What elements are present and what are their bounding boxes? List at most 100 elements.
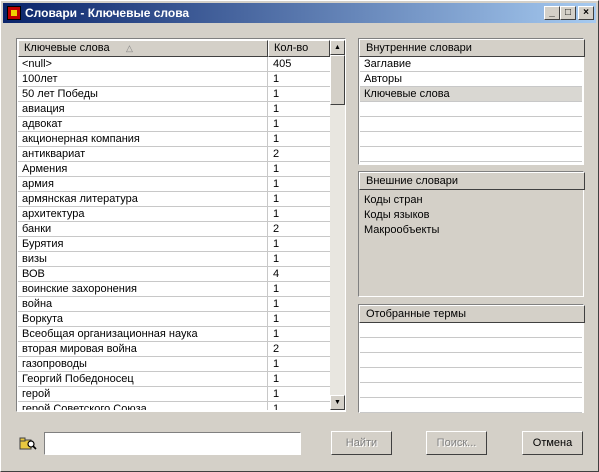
table-row[interactable]: банки 2 [18,222,330,237]
count-cell: 1 [273,238,280,250]
title-bar[interactable]: Словари - Ключевые слова _ □ × [3,3,596,23]
keyword-cell: герой [18,387,268,401]
keyword-cell: <null> [18,57,268,71]
internal-dictionary-item[interactable] [360,117,582,132]
external-dictionaries-panel: Внешние словари Коды стран Коды языков Мак… [358,171,585,297]
table-row[interactable]: Всеобщая организационная наука 1 [18,327,330,342]
table-row[interactable]: антиквариат 2 [18,147,330,162]
external-dictionary-item[interactable]: Коды языков [364,208,429,223]
arrow-down-icon: ▼ [334,399,341,406]
app-icon[interactable] [7,6,21,20]
count-cell: 1 [273,103,280,115]
internal-dictionary-item[interactable] [360,132,582,147]
table-row[interactable]: 100лет 1 [18,72,330,87]
find-button[interactable]: Найти [331,431,392,455]
table-row[interactable]: 50 лет Победы 1 [18,87,330,102]
keyword-cell: визы [18,252,268,266]
cancel-button[interactable]: Отмена [522,431,583,455]
search-button-label: Поиск... [436,437,477,449]
selected-terms-panel: Отобранные термы [358,304,585,413]
keyword-cell: Всеобщая организационная наука [18,327,268,341]
external-dictionary-item[interactable]: Коды стран [364,193,423,208]
minimize-button[interactable]: _ [544,6,560,20]
scroll-thumb[interactable] [330,55,345,105]
count-cell: 4 [273,268,280,280]
selected-term-row[interactable] [360,353,582,368]
keyword-cell: адвокат [18,117,268,131]
count-cell: 1 [273,388,280,400]
table-row[interactable]: вторая мировая война 2 [18,342,330,357]
table-row[interactable]: Бурятия 1 [18,237,330,252]
keyword-cell: армянская литература [18,192,268,206]
maximize-button[interactable]: □ [560,6,576,20]
internal-dictionary-item[interactable]: Заглавие [360,57,582,72]
selected-term-row[interactable] [360,338,582,353]
selected-term-row[interactable] [360,323,582,338]
table-row[interactable]: война 1 [18,297,330,312]
table-row[interactable]: авиация 1 [18,102,330,117]
internal-dictionary-item[interactable]: Авторы [360,72,582,87]
keyword-cell: антиквариат [18,147,268,161]
table-row[interactable]: ВОВ 4 [18,267,330,282]
selected-terms-list[interactable] [359,323,585,413]
count-cell: 1 [273,328,280,340]
selected-terms-header: Отобранные термы [359,305,585,323]
selected-term-row[interactable] [360,398,582,413]
keyword-cell: война [18,297,268,311]
keyword-cell: воинские захоронения [18,282,268,296]
count-cell: 1 [273,163,280,175]
internal-dictionary-item[interactable] [360,102,582,117]
table-row[interactable]: акционерная компания 1 [18,132,330,147]
keywords-table[interactable]: Ключевые слова △ Кол-во <null> 405 100лет 1… [16,38,346,412]
minimize-icon: _ [549,7,555,18]
count-cell: 2 [273,223,280,235]
table-row[interactable]: воинские захоронения 1 [18,282,330,297]
table-row[interactable]: Георгий Победоносец 1 [18,372,330,387]
close-button[interactable]: × [578,6,594,20]
table-row[interactable]: Армения 1 [18,162,330,177]
scroll-up-button[interactable]: ▲ [330,40,345,55]
external-dictionaries-header: Внешние словари [359,172,585,190]
find-button-label: Найти [345,437,378,449]
table-row[interactable]: герой 1 [18,387,330,402]
internal-dictionaries-header: Внутренние словари [359,39,585,57]
scroll-down-button[interactable]: ▼ [330,395,345,410]
column-header-keyword-label: Ключевые слова [24,42,110,54]
table-row[interactable]: армия 1 [18,177,330,192]
count-cell: 1 [273,118,280,130]
count-cell: 1 [273,298,280,310]
search-folder-icon [19,437,37,450]
table-row[interactable]: Воркута 1 [18,312,330,327]
internal-dictionaries-title: Внутренние словари [366,42,472,54]
count-cell: 1 [273,253,280,265]
cancel-button-label: Отмена [532,437,573,449]
internal-dictionary-item[interactable]: Ключевые слова [360,87,582,102]
selected-term-row[interactable] [360,368,582,383]
selected-term-row[interactable] [360,383,582,398]
table-row[interactable]: адвокат 1 [18,117,330,132]
table-scrollbar[interactable]: ▲ ▼ [330,40,345,410]
count-cell: 1 [273,358,280,370]
count-cell: 1 [273,73,280,85]
column-header-count[interactable]: Кол-во [268,40,330,57]
table-row[interactable]: армянская литература 1 [18,192,330,207]
dictionary-window: Словари - Ключевые слова _ □ × Ключевые … [0,0,599,472]
count-cell: 1 [273,178,280,190]
count-cell: 1 [273,88,280,100]
table-row[interactable]: газопроводы 1 [18,357,330,372]
count-cell: 2 [273,343,280,355]
search-button[interactable]: Поиск... [426,431,487,455]
keyword-cell: Георгий Победоносец [18,372,268,386]
external-dictionary-item[interactable]: Макрообъекты [364,223,439,238]
table-row[interactable]: архитектура 1 [18,207,330,222]
count-cell: 1 [273,373,280,385]
keyword-cell: 100лет [18,72,268,86]
internal-dictionary-item[interactable] [360,147,582,162]
table-row[interactable]: герой Советского Союза 1 [18,402,330,410]
search-input[interactable] [44,432,301,455]
column-header-keyword[interactable]: Ключевые слова △ [18,40,268,57]
keyword-cell: вторая мировая война [18,342,268,356]
keyword-cell: Армения [18,162,268,176]
table-row[interactable]: визы 1 [18,252,330,267]
table-row[interactable]: <null> 405 [18,57,330,72]
